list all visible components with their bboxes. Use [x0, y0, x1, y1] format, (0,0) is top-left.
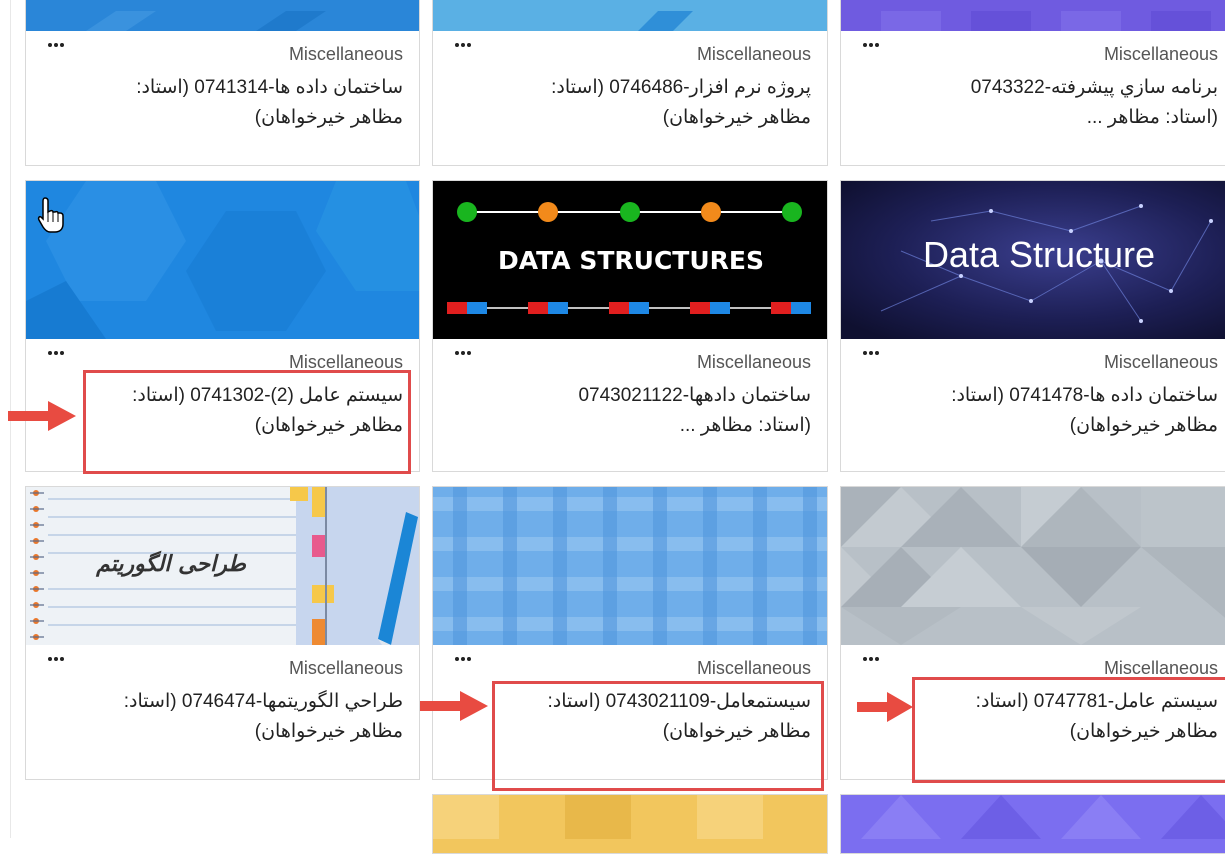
course-title-line: ساختمان داده ها-0741314 (استاد: — [136, 77, 403, 98]
course-title-line: ساختمان داده ها-0741478 (استاد: — [951, 385, 1218, 406]
course-title[interactable]: برنامه سازي پيشرفته-0743322 (استاد: مظاه… — [888, 73, 1218, 133]
blue-pattern-image — [26, 0, 419, 31]
course-title[interactable]: ساختمان دادهها-0743021122 (استاد: مظاهر … — [481, 381, 811, 441]
blue-hexagon-image — [26, 181, 419, 339]
course-options-menu-icon[interactable] — [455, 657, 471, 663]
course-card[interactable]: Miscellaneous ساختمان داده ها-0741314 (ا… — [25, 0, 420, 166]
course-options-menu-icon[interactable] — [455, 43, 471, 49]
course-options-menu-icon[interactable] — [863, 43, 879, 49]
course-image[interactable] — [433, 487, 827, 645]
course-title-line: طراحي الگوريتمها-0746474 (استاد: — [123, 691, 403, 712]
course-title-line: (استاد: مظاهر ... — [1086, 107, 1218, 128]
arrow-icon — [857, 692, 913, 722]
course-title-line: برنامه سازي پيشرفته-0743322 — [970, 77, 1218, 98]
course-category: Miscellaneous — [1103, 658, 1218, 678]
purple-pattern-image — [841, 795, 1225, 853]
course-title-line: مظاهر خيرخواهان) — [1069, 415, 1218, 436]
blue-plaid-image — [433, 487, 827, 645]
course-title-line: مظاهر خيرخواهان) — [662, 107, 811, 128]
arrow-icon — [420, 691, 488, 721]
course-category: Miscellaneous — [696, 352, 811, 372]
light-blue-pattern-image — [433, 0, 827, 31]
course-title[interactable]: پروژه نرم افزار-0746486 (استاد: مظاهر خي… — [481, 73, 811, 133]
course-title[interactable]: ساختمان داده ها-0741478 (استاد: مظاهر خي… — [888, 381, 1218, 441]
course-options-menu-icon[interactable] — [863, 351, 879, 357]
data-structures-image: DATA STRUCTURES — [433, 181, 827, 339]
purple-pattern-image — [841, 0, 1225, 31]
course-category: Miscellaneous — [696, 44, 811, 64]
course-title[interactable]: ساختمان داده ها-0741314 (استاد: مظاهر خي… — [73, 73, 403, 133]
course-category: Miscellaneous — [288, 44, 403, 64]
course-title[interactable]: طراحي الگوريتمها-0746474 (استاد: مظاهر خ… — [73, 687, 403, 747]
course-card[interactable] — [432, 794, 828, 854]
course-image[interactable] — [433, 0, 827, 31]
course-card[interactable]: طراحی الگوریتم Miscellaneous طراحي الگور… — [25, 486, 420, 780]
course-image[interactable] — [26, 181, 419, 339]
hand-cursor-icon — [37, 197, 64, 233]
course-card[interactable]: Miscellaneous پروژه نرم افزار-0746486 (ا… — [432, 0, 828, 166]
course-image[interactable]: Data Structure — [841, 181, 1225, 339]
course-category: Miscellaneous — [1103, 352, 1218, 372]
course-title-line: پروژه نرم افزار-0746486 (استاد: — [551, 77, 811, 98]
data-structure-network-image: Data Structure — [841, 181, 1225, 339]
course-category: Miscellaneous — [288, 658, 403, 678]
course-image[interactable]: طراحی الگوریتم — [26, 487, 419, 645]
course-category: Miscellaneous — [696, 658, 811, 678]
course-card[interactable]: Data Structure Miscellaneous ساختمان داد… — [840, 180, 1225, 472]
highlight-box — [492, 681, 824, 791]
notebook-algorithm-image: طراحی الگوریتم — [26, 487, 419, 645]
arrow-icon — [8, 401, 76, 431]
course-card[interactable]: Miscellaneous برنامه سازي پيشرفته-074332… — [840, 0, 1225, 166]
highlight-box — [912, 677, 1225, 783]
course-options-menu-icon[interactable] — [48, 351, 64, 357]
course-title-line: مظاهر خيرخواهان) — [254, 107, 403, 128]
course-card[interactable] — [840, 794, 1225, 854]
course-title-line: ساختمان دادهها-0743021122 — [578, 385, 811, 406]
image-caption: DATA STRUCTURES — [498, 246, 764, 275]
course-title-line: (استاد: مظاهر ... — [679, 415, 811, 436]
course-options-menu-icon[interactable] — [48, 43, 64, 49]
gray-triangle-image — [841, 487, 1225, 645]
course-options-menu-icon[interactable] — [48, 657, 64, 663]
image-caption: طراحی الگوریتم — [95, 550, 247, 577]
image-caption: Data Structure — [923, 234, 1155, 275]
highlight-box — [83, 370, 411, 474]
yellow-pattern-image — [433, 795, 827, 853]
course-image[interactable] — [841, 0, 1225, 31]
course-image[interactable]: DATA STRUCTURES — [433, 181, 827, 339]
course-category: Miscellaneous — [1103, 44, 1218, 64]
course-card[interactable]: DATA STRUCTURES Miscellaneous ساختمان دا… — [432, 180, 828, 472]
course-image[interactable] — [841, 487, 1225, 645]
course-options-menu-icon[interactable] — [863, 657, 879, 663]
course-title-line: مظاهر خيرخواهان) — [254, 721, 403, 742]
course-options-menu-icon[interactable] — [455, 351, 471, 357]
course-image[interactable] — [26, 0, 419, 31]
